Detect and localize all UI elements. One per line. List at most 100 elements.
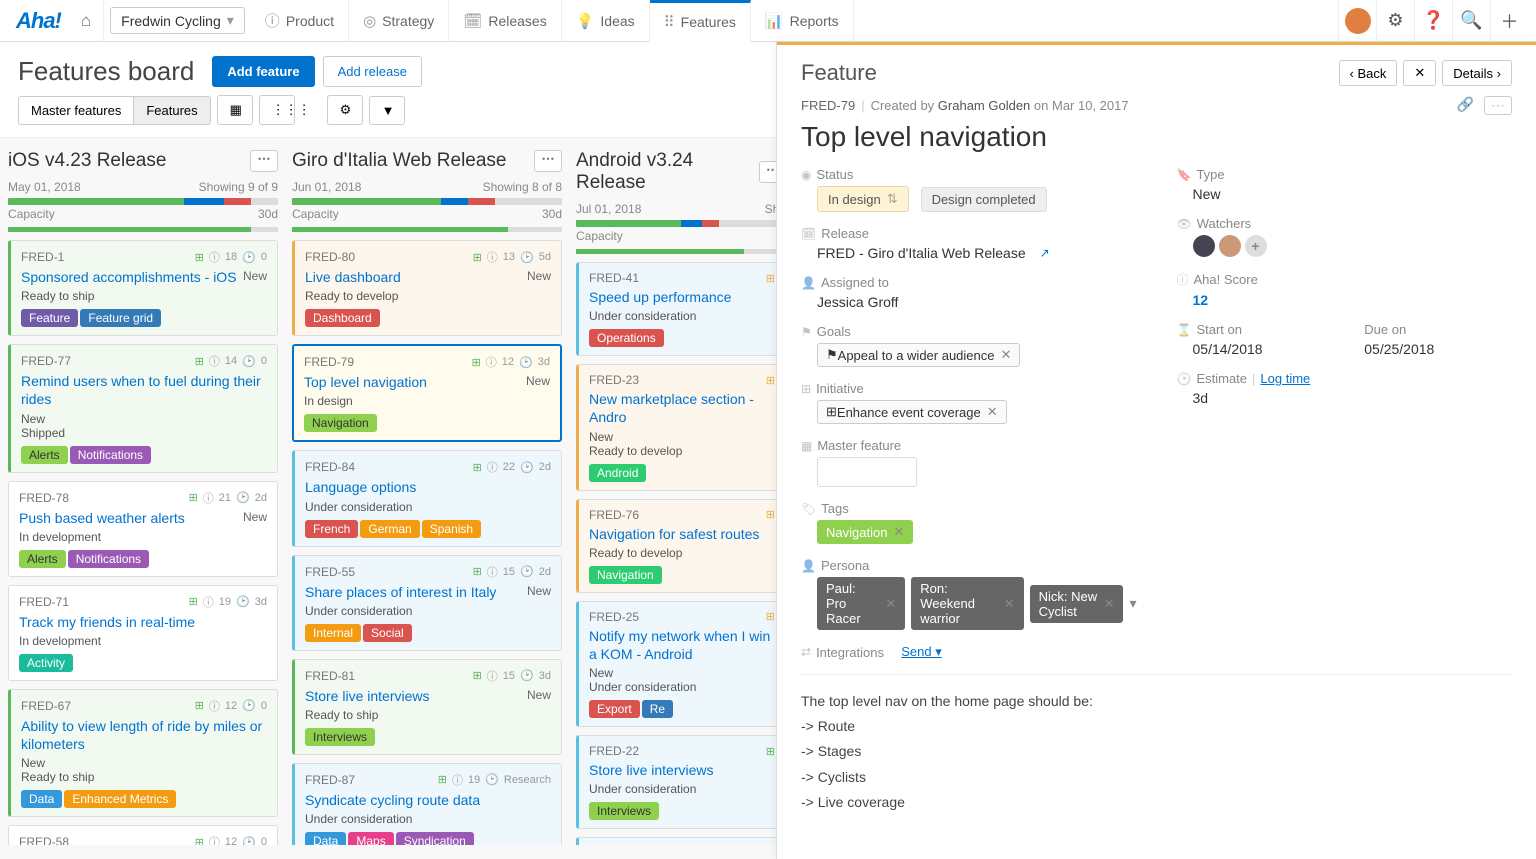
feature-card[interactable]: FRED-84222dLanguage optionsUnder conside… [292, 450, 562, 546]
tag-chip[interactable]: Feature grid [80, 309, 161, 327]
feature-card[interactable]: FRED-67120Ability to view length of ride… [8, 689, 278, 817]
tag-chip[interactable]: Android [589, 464, 646, 482]
card-link[interactable]: New marketplace section - Andro [589, 390, 775, 426]
nav-releases[interactable]: 🗓Releases [449, 0, 561, 42]
column-more-button[interactable]: ⋯ [250, 150, 278, 172]
tag-chip[interactable]: German [360, 520, 419, 538]
feature-card[interactable]: FRED-41Speed up performanceUnder conside… [576, 262, 786, 356]
card-link[interactable]: Syndicate cycling route data [305, 791, 551, 809]
avatar[interactable] [1338, 0, 1376, 42]
tag-chip[interactable]: Interviews [589, 802, 659, 820]
feature-card[interactable]: FRED-81153dStore live interviewsNewReady… [292, 659, 562, 755]
type-value[interactable]: New [1177, 186, 1513, 202]
add-feature-button[interactable]: Add feature [212, 56, 314, 87]
card-link[interactable]: Live dashboard [305, 268, 551, 286]
nav-ideas[interactable]: 💡Ideas [562, 0, 650, 42]
feature-card[interactable]: FRED-57Compare my pace with peersUnder c… [576, 837, 786, 845]
nav-strategy[interactable]: ◎Strategy [349, 0, 449, 42]
tag-chip[interactable]: Spanish [422, 520, 481, 538]
nav-features[interactable]: ⠿Features [650, 0, 751, 42]
feature-card[interactable]: FRED-71193dTrack my friends in real-time… [8, 585, 278, 681]
tag-chip[interactable]: Navigation [304, 414, 377, 432]
tag-chip[interactable]: Data [305, 832, 346, 845]
send-link[interactable]: Send ▾ [901, 644, 942, 660]
tag-chip[interactable]: French [305, 520, 358, 538]
watcher-avatar[interactable] [1219, 235, 1241, 257]
back-button[interactable]: ‹ Back [1339, 60, 1398, 86]
tag-chip[interactable]: Social [363, 624, 412, 642]
tag-chip[interactable]: Enhanced Metrics [64, 790, 176, 808]
search-icon[interactable]: 🔍 [1452, 0, 1490, 42]
persona-dropdown-icon[interactable]: ▾ [1129, 595, 1136, 612]
add-icon[interactable]: ＋ [1490, 0, 1528, 42]
card-link[interactable]: Ability to view length of ride by miles … [21, 717, 267, 753]
feature-card[interactable]: FRED-8719ResearchSyndicate cycling route… [292, 763, 562, 845]
configure-icon[interactable]: ⚙ [327, 95, 363, 125]
status-next-button[interactable]: Design completed [921, 187, 1047, 212]
master-feature-input[interactable] [817, 457, 917, 487]
feature-card[interactable]: FRED-1180Sponsored accomplishments - iOS… [8, 240, 278, 336]
tag-chip[interactable]: Feature [21, 309, 78, 327]
filter-icon[interactable]: ▼ [369, 96, 405, 125]
tag-chip[interactable]: Data [21, 790, 62, 808]
status-dropdown[interactable]: In design⇅ [817, 186, 909, 212]
author-link[interactable]: Graham Golden [938, 98, 1031, 113]
feature-card[interactable]: FRED-25Notify my network when I win a KO… [576, 601, 786, 727]
watcher-avatar[interactable] [1193, 235, 1215, 257]
feature-card[interactable]: FRED-55152dShare places of interest in I… [292, 555, 562, 651]
tag-chip[interactable]: Notifications [68, 550, 149, 568]
card-link[interactable]: Track my friends in real-time [19, 613, 267, 631]
more-actions-button[interactable]: ⋯ [1484, 96, 1512, 115]
column-more-button[interactable]: ⋯ [534, 150, 562, 172]
persona-chip[interactable]: Paul: Pro Racer✕ [817, 577, 905, 630]
view-master-features[interactable]: Master features [18, 96, 133, 125]
nav-reports[interactable]: 📊Reports [751, 0, 854, 42]
due-date[interactable]: 05/25/2018 [1364, 341, 1512, 357]
feature-card[interactable]: FRED-76Navigation for safest routesReady… [576, 499, 786, 593]
card-link[interactable]: Sponsored accomplishments - iOS [21, 268, 267, 286]
tag-chip[interactable]: Alerts [21, 446, 68, 464]
card-link[interactable]: Top level navigation [304, 373, 550, 391]
card-link[interactable]: Store live interviews [305, 687, 551, 705]
release-link[interactable]: FRED - Giro d'Italia Web Release↗ [817, 245, 1050, 261]
home-button[interactable]: ⌂ [69, 0, 104, 42]
feature-card[interactable]: FRED-22Store live interviewsUnder consid… [576, 735, 786, 829]
tag-chip[interactable]: Notifications [70, 446, 151, 464]
add-release-button[interactable]: Add release [323, 56, 422, 87]
card-link[interactable]: Remind users when to fuel during their r… [21, 372, 267, 408]
feature-card[interactable]: FRED-23New marketplace section - AndroNe… [576, 364, 786, 490]
feature-card[interactable]: FRED-79123dTop level navigationNewIn des… [292, 344, 562, 442]
tag-chip[interactable]: Activity [19, 654, 73, 672]
card-link[interactable]: Speed up performance [589, 288, 775, 306]
feature-card[interactable]: FRED-78212dPush based weather alertsNewI… [8, 481, 278, 577]
view-features[interactable]: Features [133, 96, 210, 125]
feature-card[interactable]: FRED-80135dLive dashboardNewReady to dev… [292, 240, 562, 336]
assignee[interactable]: Jessica Groff [801, 294, 1137, 310]
card-link[interactable]: Language options [305, 478, 551, 496]
feature-card[interactable]: FRED-58120Enhance login to use Face IDNe… [8, 825, 278, 845]
tag-chip[interactable]: Maps [348, 832, 393, 845]
tag-chip[interactable]: Internal [305, 624, 361, 642]
goal-chip[interactable]: ⚑ Appeal to a wider audience✕ [817, 343, 1020, 367]
tag-chip[interactable]: Syndication [396, 832, 474, 845]
close-button[interactable]: ✕ [1403, 60, 1436, 86]
estimate-value[interactable]: 3d [1177, 390, 1513, 406]
settings-icon[interactable]: ⚙ [1376, 0, 1414, 42]
tag-chip[interactable]: Navigation [589, 566, 662, 584]
card-link[interactable]: Push based weather alerts [19, 509, 267, 527]
tag-chip[interactable]: Dashboard [305, 309, 380, 327]
details-button[interactable]: Details › [1442, 60, 1512, 86]
feature-card[interactable]: FRED-77140Remind users when to fuel duri… [8, 344, 278, 472]
workspace-dropdown[interactable]: Fredwin Cycling ▾ [110, 7, 245, 34]
feature-title[interactable]: Top level navigation [801, 121, 1512, 153]
card-link[interactable]: Share places of interest in Italy [305, 583, 551, 601]
view-icon-grid[interactable]: ⋮⋮⋮ [259, 95, 295, 125]
start-date[interactable]: 05/14/2018 [1177, 341, 1325, 357]
link-icon[interactable]: 🔗 [1457, 96, 1474, 115]
tag-chip[interactable]: Export [589, 700, 640, 718]
tag-chip[interactable]: Alerts [19, 550, 66, 568]
help-icon[interactable]: ❓ [1414, 0, 1452, 42]
tag-chip[interactable]: Operations [589, 329, 664, 347]
description[interactable]: The top level nav on the home page shoul… [801, 674, 1512, 815]
persona-chip[interactable]: Ron: Weekend warrior✕ [911, 577, 1023, 630]
